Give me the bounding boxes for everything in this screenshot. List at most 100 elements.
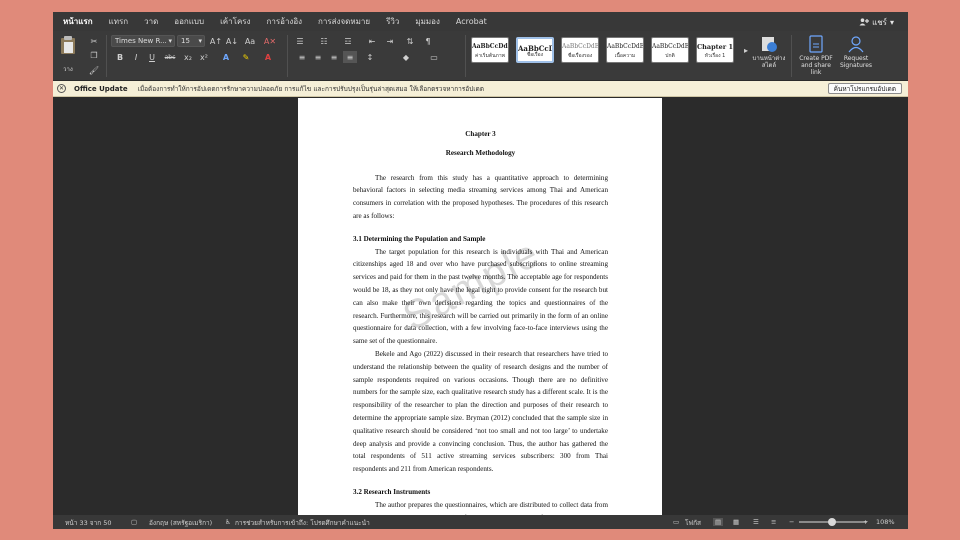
change-case-icon[interactable]: Aa: [243, 35, 257, 47]
highlight-icon[interactable]: ✎: [239, 51, 253, 63]
zoom-slider-handle[interactable]: [828, 518, 836, 526]
clear-formatting-icon[interactable]: A✕: [263, 35, 277, 47]
intro-paragraph: The research from this study has a quant…: [353, 173, 608, 220]
ribbon-home: วาง ✂ ❐ 🖌 Times New R... ▾ 15 ▾ A↑ A↓ Aa…: [53, 31, 908, 81]
style-sample: AaBbCcDdEe: [652, 43, 688, 50]
tab-mailings[interactable]: การส่งจดหมาย: [318, 15, 370, 28]
check-updates-button[interactable]: ค้นหาโปรแกรมอัปเดต: [827, 83, 902, 94]
line-spacing-icon[interactable]: ↕: [363, 51, 377, 63]
bullets-icon[interactable]: ☰: [293, 35, 307, 47]
show-marks-icon[interactable]: ¶: [421, 35, 435, 47]
tab-home[interactable]: หน้าแรก: [63, 15, 93, 28]
body-paragraph: The target population for this research …: [353, 247, 608, 346]
underline-icon[interactable]: U: [145, 51, 159, 63]
style-title[interactable]: AaBbCcDdI ชื่อเรื่อง: [516, 37, 554, 63]
accessibility-icon[interactable]: ♿: [225, 518, 231, 526]
document-area: Sample Chapter 3 Research Methodology Th…: [53, 98, 908, 515]
ribbon-separator: [106, 35, 107, 77]
zoom-out-icon[interactable]: −: [789, 518, 794, 526]
multilevel-list-icon[interactable]: ☲: [341, 35, 355, 47]
style-sample: AaBbCcDdEe: [562, 43, 598, 50]
justify-icon[interactable]: ≡: [343, 51, 357, 63]
draft-view-icon[interactable]: ≡: [771, 518, 776, 526]
ribbon-separator: [791, 35, 792, 77]
paste-button[interactable]: วาง: [59, 35, 77, 75]
chevron-down-icon: ▾: [889, 18, 894, 27]
paste-label: วาง: [63, 66, 73, 73]
page-count[interactable]: หน้า 33 จาก 50: [65, 518, 112, 528]
zoom-level[interactable]: 108%: [876, 518, 895, 526]
style-heading-1[interactable]: Chapter 1 หัวเรื่อง 1: [696, 37, 734, 63]
proofing-icon[interactable]: ▢: [131, 518, 137, 526]
zoom-slider[interactable]: [799, 518, 867, 526]
create-pdf-button[interactable]: Create PDF and share link: [795, 35, 837, 76]
font-size-value: 15: [181, 37, 190, 45]
tab-layout[interactable]: เค้าโครง: [220, 15, 250, 28]
subscript-icon[interactable]: x₂: [181, 51, 195, 63]
styles-pane-label: บานหน้าต่างสไตล์: [752, 55, 786, 69]
chevron-down-icon: ▾: [198, 37, 202, 45]
add-person-icon: [859, 17, 870, 28]
document-page[interactable]: Sample Chapter 3 Research Methodology Th…: [298, 98, 662, 515]
style-normal[interactable]: AaBbCcDdEe ปกติ: [651, 37, 689, 63]
ribbon-tabs: หน้าแรก แทรก วาด ออกแบบ เค้าโครง การอ้าง…: [53, 12, 908, 31]
style-normal-default[interactable]: AaBbCcDdEe ค่าเริ่มต้น​ภาพ: [471, 37, 509, 63]
style-sample: AaBbCcDdEe: [607, 43, 643, 50]
language-status[interactable]: อังกฤษ (สหรัฐอเมริกา): [149, 518, 212, 528]
accessibility-status[interactable]: การช่วยสำหรับการเข้าถึง: โปรดศึกษาคำแนะน…: [235, 518, 370, 528]
shading-icon[interactable]: ◆: [399, 51, 413, 63]
web-layout-view-icon[interactable]: ▦: [733, 518, 739, 526]
bold-icon[interactable]: B: [113, 51, 127, 63]
body-paragraph: Bekele and Ago (2022) discussed in their…: [353, 349, 608, 474]
outline-view-icon[interactable]: ☰: [753, 518, 759, 526]
numbering-icon[interactable]: ☷: [317, 35, 331, 47]
text-effects-icon[interactable]: A: [219, 51, 233, 63]
style-subtitle[interactable]: AaBbCcDdEe ชื่อเรื่องรอง: [561, 37, 599, 63]
update-message-bar: ✕ Office Update เมื่อต้องการทำให้การอัปเ…: [53, 81, 908, 97]
grow-font-icon[interactable]: A↑: [209, 35, 223, 47]
align-right-icon[interactable]: ≡: [327, 51, 341, 63]
format-painter-icon[interactable]: 🖌: [87, 64, 101, 76]
decrease-indent-icon[interactable]: ⇤: [365, 35, 379, 47]
tab-review[interactable]: รีวิว: [386, 15, 399, 28]
font-name-select[interactable]: Times New R... ▾: [111, 35, 175, 47]
focus-icon[interactable]: ▭: [673, 518, 679, 526]
share-button[interactable]: แชร์ ▾: [859, 16, 894, 29]
focus-label[interactable]: โฟกัส: [685, 518, 701, 528]
request-signatures-button[interactable]: Request Signatures: [839, 35, 873, 69]
align-center-icon[interactable]: ≡: [311, 51, 325, 63]
signature-person-icon: [848, 36, 864, 53]
font-size-select[interactable]: 15 ▾: [177, 35, 205, 47]
cut-icon[interactable]: ✂: [87, 35, 101, 47]
body-paragraph: The author prepares the questionnaires, …: [353, 500, 608, 515]
close-icon[interactable]: ✕: [57, 84, 66, 93]
borders-icon[interactable]: ▭: [427, 51, 441, 63]
tab-acrobat[interactable]: Acrobat: [456, 17, 487, 26]
strikethrough-icon[interactable]: abc: [163, 51, 177, 63]
print-layout-view-icon[interactable]: ▤: [713, 518, 724, 526]
tab-references[interactable]: การอ้างอิง: [267, 15, 303, 28]
font-color-icon[interactable]: A: [261, 51, 275, 63]
tab-view[interactable]: มุมมอง: [415, 15, 440, 28]
tab-design[interactable]: ออกแบบ: [174, 15, 204, 28]
increase-indent-icon[interactable]: ⇥: [383, 35, 397, 47]
superscript-icon[interactable]: x²: [197, 51, 211, 63]
request-signatures-label: Request Signatures: [839, 55, 873, 69]
zoom-in-icon[interactable]: +: [863, 518, 868, 526]
align-left-icon[interactable]: ≡: [295, 51, 309, 63]
styles-pane-button[interactable]: บานหน้าต่างสไตล์: [751, 35, 787, 69]
tab-draw[interactable]: วาด: [144, 15, 158, 28]
style-body-text[interactable]: AaBbCcDdEe เนื้อความ: [606, 37, 644, 63]
italic-icon[interactable]: I: [129, 51, 143, 63]
style-name: ชื่อเรื่อง: [526, 52, 544, 58]
copy-icon[interactable]: ❐: [87, 49, 101, 61]
style-sample: Chapter 1: [697, 43, 733, 51]
sort-icon[interactable]: ⇅: [403, 35, 417, 47]
chevron-down-icon: ▾: [168, 37, 172, 45]
font-name-value: Times New R...: [115, 37, 167, 45]
document-body[interactable]: Chapter 3 Research Methodology The resea…: [353, 128, 608, 515]
tab-insert[interactable]: แทรก: [109, 15, 129, 28]
shrink-font-icon[interactable]: A↓: [225, 35, 239, 47]
style-name: หัวเรื่อง 1: [704, 53, 726, 59]
chapter-number: Chapter 3: [465, 130, 496, 138]
